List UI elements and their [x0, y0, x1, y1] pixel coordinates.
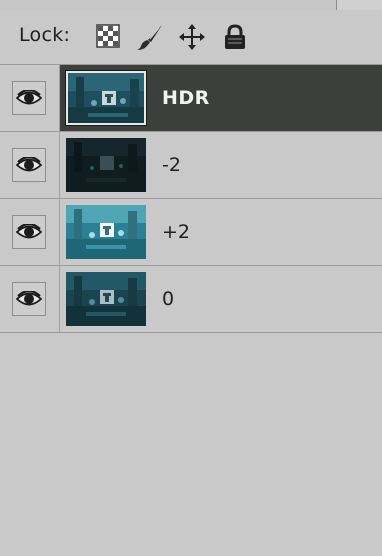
empty-layer-area: [0, 336, 382, 556]
layer-row-plus-2[interactable]: +2: [0, 199, 382, 266]
lock-position-icon[interactable]: [178, 23, 205, 50]
lock-transparent-pixels-icon[interactable]: [96, 23, 122, 49]
layer-name[interactable]: +2: [162, 221, 190, 243]
layer-thumbnail[interactable]: [66, 272, 146, 326]
eye-icon: [16, 90, 42, 105]
layer-name[interactable]: HDR: [162, 87, 210, 109]
visibility-toggle[interactable]: [12, 215, 46, 249]
visibility-cell: [0, 132, 60, 198]
lock-image-pixels-icon[interactable]: [136, 23, 162, 50]
layer-row-minus-2[interactable]: -2: [0, 132, 382, 199]
layer-thumbnail[interactable]: [66, 138, 146, 192]
layer-name[interactable]: 0: [162, 288, 174, 310]
lock-all-icon[interactable]: [222, 23, 248, 49]
visibility-cell: [0, 266, 60, 332]
visibility-toggle[interactable]: [12, 81, 46, 115]
visibility-cell: [0, 65, 60, 131]
lock-bar: Lock:: [0, 10, 382, 65]
visibility-toggle[interactable]: [12, 148, 46, 182]
eye-icon: [16, 291, 42, 306]
panel-top-edge: [0, 0, 382, 10]
lock-label: Lock:: [19, 24, 71, 46]
layers-panel: Lock: HDR -2 +2 0: [0, 0, 382, 556]
layer-name[interactable]: -2: [162, 154, 181, 176]
layer-row-0[interactable]: 0: [0, 266, 382, 333]
visibility-toggle[interactable]: [12, 282, 46, 316]
layer-list: HDR -2 +2 0: [0, 65, 382, 333]
layer-thumbnail[interactable]: [66, 205, 146, 259]
visibility-cell: [0, 199, 60, 265]
layer-thumbnail[interactable]: [65, 70, 147, 126]
eye-icon: [16, 224, 42, 239]
eye-icon: [16, 157, 42, 172]
layer-row-hdr[interactable]: HDR: [0, 65, 382, 132]
panel-corner: [337, 0, 382, 10]
